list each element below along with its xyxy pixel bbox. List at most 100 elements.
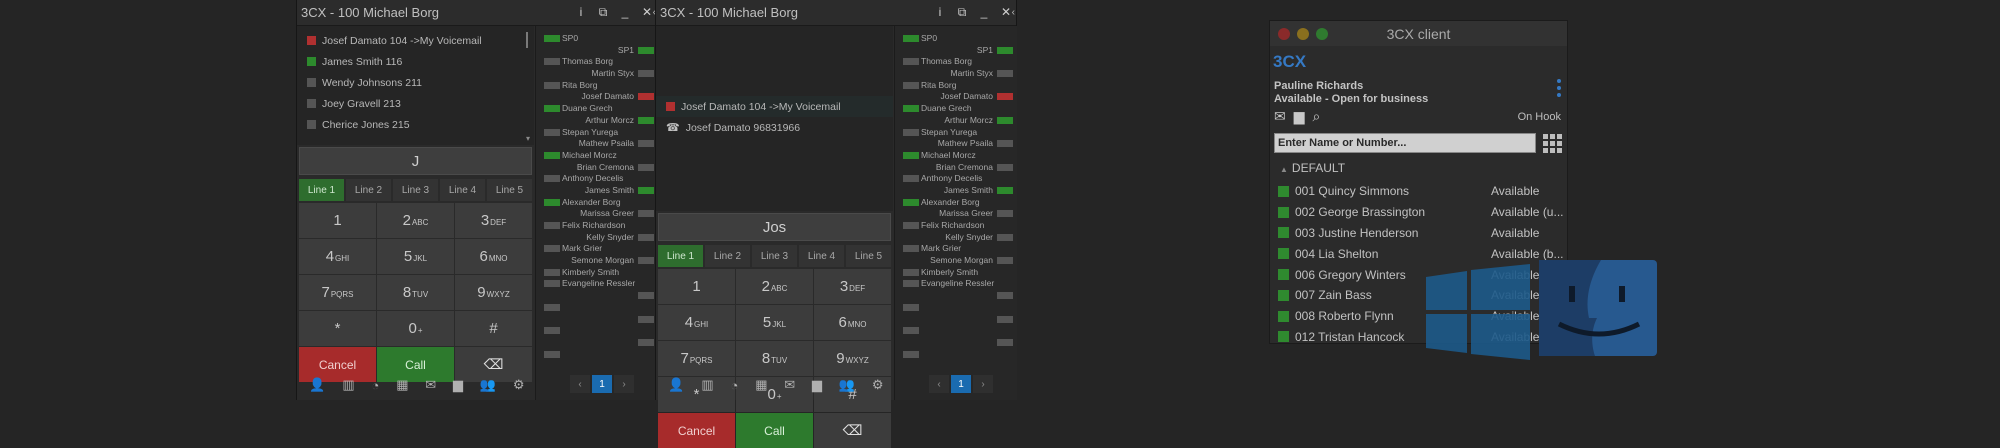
chat-icon[interactable]: ▆ (453, 377, 463, 393)
line-1-button[interactable]: Line 1 (299, 179, 344, 201)
blf-row[interactable]: Marissa Greer (536, 208, 658, 220)
blf-row[interactable] (536, 325, 658, 337)
dial-key-7[interactable]: 7 PQRS (658, 341, 735, 376)
blf-row[interactable] (536, 302, 658, 314)
blf-row[interactable]: Rita Borg (536, 80, 658, 92)
history-icon[interactable]: ◔ (731, 378, 739, 393)
blf-row[interactable]: Stepan Yurega (895, 127, 1017, 139)
blf-row[interactable] (536, 349, 658, 361)
blf-row[interactable]: Evangeline Ressler (536, 278, 658, 290)
info-icon[interactable]: i (934, 5, 946, 20)
blf-row[interactable]: Josef Damato (895, 91, 1017, 103)
keypad-icon[interactable] (1543, 134, 1562, 153)
settings-icon[interactable]: ⚙ (872, 377, 884, 393)
pager-next-button[interactable]: › (614, 375, 634, 393)
dial-key-2[interactable]: 2 ABC (377, 203, 454, 238)
blf-row[interactable]: Evangeline Ressler (895, 278, 1017, 290)
blf-row[interactable]: SP0 (895, 33, 1017, 45)
dial-key-5[interactable]: 5 JKL (377, 239, 454, 274)
call-button[interactable]: Call (736, 413, 813, 448)
blf-row[interactable]: Martin Styx (536, 68, 658, 80)
phonebook-icon[interactable]: ▥ (701, 377, 713, 393)
contact-row[interactable]: 001 Quincy Simmons Available (1278, 181, 1565, 202)
blf-row[interactable]: Brian Cremona (895, 162, 1017, 174)
cancel-button[interactable]: Cancel (658, 413, 735, 448)
dial-key-hash[interactable]: # (455, 311, 532, 346)
line-2-button[interactable]: Line 2 (705, 245, 750, 267)
blf-row[interactable] (895, 290, 1017, 302)
blf-row[interactable] (536, 290, 658, 302)
contact-result-row[interactable]: Wendy Johnsons 211 (297, 72, 534, 93)
blf-row[interactable]: Martin Styx (895, 68, 1017, 80)
blf-row[interactable]: Semone Morgan (536, 255, 658, 267)
line-5-button[interactable]: Line 5 (846, 245, 891, 267)
blf-row[interactable]: Anthony Decelis (895, 173, 1017, 185)
dial-key-3[interactable]: 3 DEF (455, 203, 532, 238)
blf-row[interactable] (536, 314, 658, 326)
popout-icon[interactable]: ⧉ (956, 5, 968, 20)
user-status[interactable]: Available - Open for business (1274, 93, 1428, 105)
collapse-arrow-icon[interactable]: ‹ (1012, 7, 1015, 18)
close-icon[interactable]: ✕ (641, 5, 653, 20)
line-1-button[interactable]: Line 1 (658, 245, 703, 267)
apps-icon[interactable]: ▦ (396, 377, 408, 393)
pager-current-page[interactable]: 1 (592, 375, 612, 393)
number-entry-field[interactable]: J (299, 147, 532, 175)
contact-add-icon[interactable]: 👤 (309, 377, 325, 393)
blf-row[interactable]: Kelly Snyder (895, 232, 1017, 244)
search-input[interactable]: Enter Name or Number... (1274, 133, 1536, 153)
contact-row[interactable]: 003 Justine Henderson Available (1278, 223, 1565, 244)
settings-icon[interactable]: ⚙ (513, 377, 525, 393)
blf-row[interactable]: Kelly Snyder (536, 232, 658, 244)
dial-key-4[interactable]: 4 GHI (299, 239, 376, 274)
blf-row[interactable] (895, 314, 1017, 326)
blf-row[interactable]: Mark Grier (536, 243, 658, 255)
blf-row[interactable]: SP1 (895, 45, 1017, 57)
search-icon[interactable]: ⌕ (1313, 108, 1321, 125)
blf-row[interactable]: Michael Morcz (536, 150, 658, 162)
more-menu-icon[interactable] (1557, 79, 1561, 100)
dial-key-6[interactable]: 6 MNO (814, 305, 891, 340)
blf-row[interactable]: Arthur Morcz (536, 115, 658, 127)
blf-row[interactable]: Marissa Greer (895, 208, 1017, 220)
chat-icon[interactable]: ▆ (812, 377, 822, 393)
blf-row[interactable] (895, 325, 1017, 337)
line-4-button[interactable]: Line 4 (799, 245, 844, 267)
dial-key-8[interactable]: 8 TUV (377, 275, 454, 310)
pager-next-button[interactable]: › (973, 375, 993, 393)
blf-row[interactable]: Mark Grier (895, 243, 1017, 255)
blf-row[interactable]: James Smith (895, 185, 1017, 197)
blf-row[interactable]: Kimberly Smith (895, 267, 1017, 279)
line-5-button[interactable]: Line 5 (487, 179, 532, 201)
close-icon[interactable]: ✕ (1000, 5, 1012, 20)
blf-row[interactable]: Michael Morcz (895, 150, 1017, 162)
blf-row[interactable]: SP0 (536, 33, 658, 45)
backspace-icon[interactable]: ⌫ (814, 413, 891, 448)
contact-result-row[interactable]: ☎ Josef Damato 96831966 (656, 117, 893, 138)
blf-row[interactable]: Thomas Borg (536, 56, 658, 68)
people-icon[interactable]: 👥 (839, 377, 855, 393)
dial-key-0[interactable]: 0 + (377, 311, 454, 346)
pager-prev-button[interactable]: ‹ (929, 375, 949, 393)
info-icon[interactable]: i (575, 5, 587, 20)
contact-result-row[interactable]: James Smith 116 (297, 51, 534, 72)
blf-row[interactable]: Felix Richardson (895, 220, 1017, 232)
blf-row[interactable]: Anthony Decelis (536, 173, 658, 185)
blf-row[interactable]: Alexander Borg (536, 197, 658, 209)
minimize-icon[interactable]: _ (619, 5, 631, 20)
dial-key-1[interactable]: 1 (658, 269, 735, 304)
line-3-button[interactable]: Line 3 (752, 245, 797, 267)
contact-result-row[interactable]: Josef Damato 104 ->My Voicemail (656, 96, 893, 117)
line-3-button[interactable]: Line 3 (393, 179, 438, 201)
contact-result-row[interactable]: Josef Damato 104 ->My Voicemail (297, 30, 534, 51)
dial-key-7[interactable]: 7 PQRS (299, 275, 376, 310)
dial-key-9[interactable]: 9 WXYZ (455, 275, 532, 310)
blf-row[interactable]: Brian Cremona (536, 162, 658, 174)
apps-icon[interactable]: ▦ (755, 377, 767, 393)
dial-key-1[interactable]: 1 (299, 203, 376, 238)
line-2-button[interactable]: Line 2 (346, 179, 391, 201)
dial-key-5[interactable]: 5 JKL (736, 305, 813, 340)
voicemail-icon[interactable]: ✉ (784, 377, 795, 393)
contact-row[interactable]: 004 Lia Shelton Available (b... (1278, 243, 1565, 264)
blf-row[interactable]: Duane Grech (895, 103, 1017, 115)
